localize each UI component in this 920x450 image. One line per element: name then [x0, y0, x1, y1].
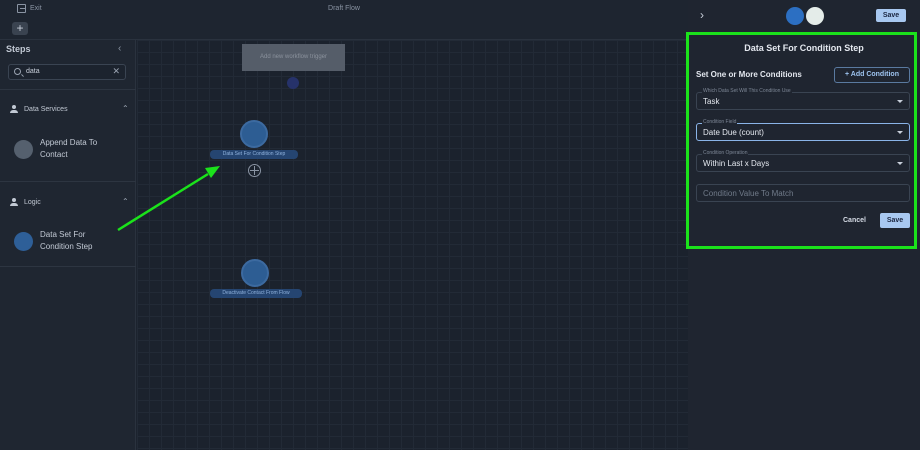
condition-node-icon[interactable]	[240, 120, 268, 148]
workflow-builder: Exit Draft Flow + Steps ‹ data ✕ Data Se…	[0, 0, 920, 450]
save-button-top[interactable]: Save	[876, 9, 906, 22]
section-logic[interactable]: Logic	[10, 198, 41, 206]
chevron-up-icon[interactable]: ⌃	[122, 104, 129, 113]
trigger-connector-dot	[287, 77, 299, 89]
divider	[0, 89, 136, 90]
add-trigger-button[interactable]: Add new workflow trigger	[242, 44, 345, 71]
search-input[interactable]: data ✕	[8, 64, 126, 80]
search-icon	[14, 68, 21, 75]
step-item-append-data[interactable]: Append Data To Contact	[14, 137, 110, 161]
flow-title: Draft Flow	[328, 5, 360, 12]
chevron-left-icon[interactable]: ‹	[118, 43, 121, 54]
search-value: data	[26, 68, 40, 75]
append-data-icon	[14, 139, 33, 159]
step-item-data-set-for-condition[interactable]: Data Set For Condition Step	[14, 229, 104, 253]
deactivate-node-label[interactable]: Deactivate Contact From Flow	[210, 289, 302, 298]
condition-step-avatar-icon	[786, 7, 804, 25]
step-label: Append Data To Contact	[40, 138, 98, 159]
step-label: Data Set For Condition Step	[40, 230, 93, 251]
highlight-box	[686, 32, 917, 249]
section-title: Data Services	[24, 105, 68, 113]
condition-step-icon	[14, 231, 33, 251]
condition-node-label[interactable]: Data Set For Condition Step	[210, 150, 298, 159]
user-icon	[10, 198, 18, 206]
steps-sidebar: Steps ‹ data ✕ Data Services ⌃ Append Da…	[0, 40, 136, 450]
section-title: Logic	[24, 198, 41, 206]
steps-heading: Steps	[6, 44, 31, 54]
divider	[0, 266, 136, 267]
share-node-icon[interactable]	[241, 259, 269, 287]
chevron-up-icon[interactable]: ⌃	[122, 197, 129, 206]
divider	[0, 181, 136, 182]
chevron-right-icon[interactable]: ›	[700, 8, 704, 22]
section-data-services[interactable]: Data Services	[10, 105, 68, 113]
user-icon	[10, 105, 18, 113]
add-step-plus-icon[interactable]	[248, 164, 261, 177]
top-bar: Exit Draft Flow +	[0, 0, 688, 40]
phone-avatar-icon	[806, 7, 824, 25]
flow-canvas[interactable]: Add new workflow trigger Data Set For Co…	[137, 40, 688, 450]
clear-icon[interactable]: ✕	[112, 66, 120, 77]
add-button[interactable]: +	[12, 22, 28, 35]
